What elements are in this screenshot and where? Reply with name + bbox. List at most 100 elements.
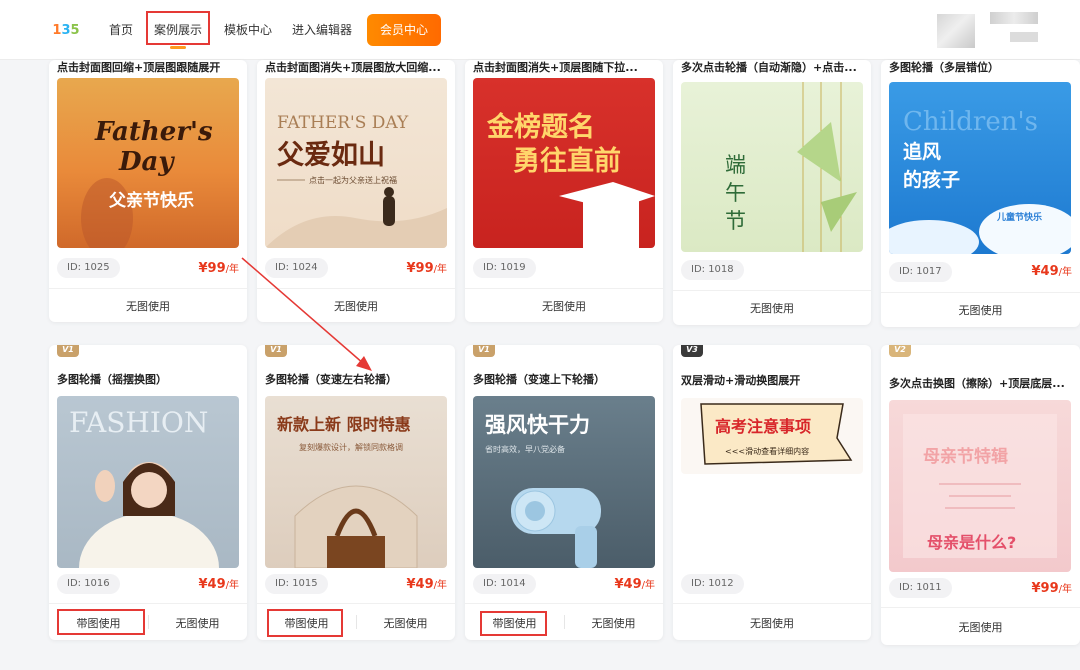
- version-badge: V3: [681, 345, 703, 357]
- divider: [49, 288, 247, 289]
- use-without-image-button[interactable]: 无图使用: [564, 615, 663, 631]
- card-title: 多图轮播（变速左右轮播）: [265, 373, 397, 386]
- thumb-line-2: Day: [118, 147, 175, 177]
- nav-active-indicator: [170, 46, 186, 49]
- id-pill: ID: 1015: [265, 574, 328, 594]
- nav-templates[interactable]: 模板中心: [224, 21, 272, 39]
- use-without-image-button[interactable]: 无图使用: [673, 300, 871, 316]
- id-pill: ID: 1017: [889, 262, 952, 282]
- id-pill: ID: 1016: [57, 574, 120, 594]
- card-title: 双层滑动+滑动换图展开: [681, 374, 801, 387]
- thumbnail-art: Father's Day 父亲节快乐: [81, 117, 213, 248]
- card-thumbnail[interactable]: Father's Day 父亲节快乐: [57, 78, 239, 248]
- top-nav-bar: 135 首页 案例展示 模板中心 进入编辑器 会员中心: [0, 0, 1080, 60]
- case-card[interactable]: 多次点击轮播（自动渐隐）+点击... 端 午 节 ID: 1018 无图使用: [673, 60, 871, 325]
- thumb-line-1: 端: [725, 153, 746, 177]
- thumbnail-art: 金榜题名 勇往直前: [486, 111, 655, 248]
- thumbnail-art: FATHER'S DAY 父爱如山 点击一起为父亲送上祝福: [265, 113, 447, 248]
- thumb-line-2: 省时高效，早八党必备: [485, 444, 565, 454]
- card-thumbnail[interactable]: 高考注意事项 <<<滑动查看详细内容: [681, 398, 863, 474]
- divider: [465, 603, 663, 604]
- thumb-line-1: 强风快干力: [485, 413, 590, 437]
- highlight-box: [267, 609, 343, 637]
- case-card[interactable]: V1 多图轮播（变速上下轮播） 强风快干力 省时高效，早八党必备 ID: 101…: [465, 345, 663, 640]
- thumbnail-art: 高考注意事项 <<<滑动查看详细内容: [681, 398, 863, 474]
- version-badge: V2: [889, 345, 911, 357]
- use-without-image-button[interactable]: 无图使用: [148, 615, 247, 631]
- nav-home[interactable]: 首页: [109, 21, 133, 39]
- thumb-line-2: 勇往直前: [513, 145, 621, 177]
- card-title: 多次点击换图（擦除）+顶层底层...: [889, 377, 1065, 390]
- price: ¥99/年: [198, 261, 239, 276]
- version-badge: V1: [265, 345, 287, 357]
- thumbnail-art: FASHION: [69, 406, 219, 568]
- card-thumbnail[interactable]: Children's 追风 的孩子 儿童节快乐: [889, 82, 1071, 254]
- case-card[interactable]: 点击封面图消失+顶层图随下拉... 金榜题名 勇往直前 ID: 1019 无图使…: [465, 60, 663, 322]
- price: ¥49/年: [198, 577, 239, 592]
- case-card[interactable]: V1 多图轮播（变速左右轮播） 新款上新 限时特惠 复刻爆款设计，解锁同款格调 …: [257, 345, 455, 640]
- nav-cases[interactable]: 案例展示: [146, 11, 211, 45]
- use-without-image-button[interactable]: 无图使用: [356, 615, 455, 631]
- thumb-line-3: 父亲节快乐: [108, 190, 194, 211]
- thumb-line-1: FATHER'S DAY: [277, 113, 409, 133]
- use-without-image-button[interactable]: 无图使用: [673, 615, 871, 631]
- divider: [465, 288, 663, 289]
- price: ¥99/年: [1031, 581, 1072, 596]
- id-pill: ID: 1019: [473, 258, 536, 278]
- nav-editor[interactable]: 进入编辑器: [292, 21, 352, 39]
- thumb-line-3: 点击一起为父亲送上祝福: [309, 175, 397, 185]
- case-card[interactable]: 点击封面图回缩+顶层图跟随展开 Father's Day 父亲节快乐 ID: 1…: [49, 60, 247, 322]
- divider: [673, 290, 871, 291]
- use-without-image-button[interactable]: 无图使用: [881, 302, 1080, 318]
- thumb-line-2: 父爱如山: [277, 140, 385, 171]
- use-without-image-button[interactable]: 无图使用: [465, 298, 663, 314]
- id-pill: ID: 1011: [889, 578, 952, 598]
- thumb-line-1: 金榜题名: [486, 111, 595, 143]
- id-pill: ID: 1018: [681, 260, 744, 280]
- card-title: 多次点击轮播（自动渐隐）+点击...: [681, 61, 857, 74]
- thumbnail-art: 强风快干力 省时高效，早八党必备: [485, 413, 601, 568]
- thumbnail-art: Children's 追风 的孩子 儿童节快乐: [889, 107, 1071, 254]
- user-meta-blurred: [1010, 32, 1038, 42]
- thumbnail-art: 端 午 节: [725, 82, 857, 252]
- card-title: 点击封面图消失+顶层图随下拉...: [473, 61, 638, 74]
- username-blurred: [990, 12, 1038, 24]
- card-thumbnail[interactable]: FATHER'S DAY 父爱如山 点击一起为父亲送上祝福: [265, 78, 447, 248]
- avatar[interactable]: [937, 14, 975, 48]
- highlight-box: [57, 609, 145, 635]
- thumb-line-1: Father's: [94, 117, 213, 147]
- card-thumbnail[interactable]: FASHION: [57, 396, 239, 568]
- use-without-image-button[interactable]: 无图使用: [881, 619, 1080, 635]
- case-card[interactable]: V3 双层滑动+滑动换图展开 高考注意事项 <<<滑动查看详细内容 ID: 10…: [673, 345, 871, 640]
- thumbnail-art: 母亲节特辑 母亲是什么?: [903, 414, 1057, 558]
- thumb-line-1: Children's: [903, 107, 1038, 137]
- use-without-image-button[interactable]: 无图使用: [257, 298, 455, 314]
- card-thumbnail[interactable]: 端 午 节: [681, 82, 863, 252]
- card-title: 点击封面图回缩+顶层图跟随展开: [57, 61, 221, 74]
- price: ¥99/年: [406, 261, 447, 276]
- thumb-line-2: 复刻爆款设计，解锁同款格调: [299, 442, 403, 452]
- thumb-line-3: 的孩子: [903, 168, 960, 191]
- card-thumbnail[interactable]: 强风快干力 省时高效，早八党必备: [473, 396, 655, 568]
- id-pill: ID: 1025: [57, 258, 120, 278]
- price: ¥49/年: [406, 577, 447, 592]
- card-thumbnail[interactable]: 新款上新 限时特惠 复刻爆款设计，解锁同款格调: [265, 396, 447, 568]
- case-card[interactable]: 多图轮播（多层错位） Children's 追风 的孩子 儿童节快乐 ID: 1…: [881, 60, 1080, 327]
- thumb-line-1: FASHION: [69, 406, 208, 439]
- card-thumbnail[interactable]: 母亲节特辑 母亲是什么?: [889, 400, 1071, 572]
- card-title: 多图轮播（变速上下轮播）: [473, 373, 605, 386]
- thumb-line-1: 母亲节特辑: [923, 446, 1008, 467]
- logo[interactable]: 135: [50, 16, 82, 44]
- case-card[interactable]: 点击封面图消失+顶层图放大回缩... FATHER'S DAY 父爱如山 点击一…: [257, 60, 455, 322]
- case-card[interactable]: V2 多次点击换图（擦除）+顶层底层... 母亲节特辑 母亲是什么? ID: 1…: [881, 345, 1080, 645]
- card-title: 多图轮播（摇摆换图）: [57, 373, 167, 386]
- id-pill: ID: 1012: [681, 574, 744, 594]
- thumb-line-1: 新款上新 限时特惠: [277, 415, 411, 434]
- vip-center-button[interactable]: 会员中心: [367, 14, 441, 46]
- use-without-image-button[interactable]: 无图使用: [49, 298, 247, 314]
- case-card[interactable]: V1 多图轮播（摇摆换图） FASHION ID: 1016 ¥49/年 带图使…: [49, 345, 247, 640]
- thumb-line-2: 追风: [903, 140, 941, 163]
- id-pill: ID: 1014: [473, 574, 536, 594]
- card-title: 多图轮播（多层错位）: [889, 61, 999, 74]
- card-thumbnail[interactable]: 金榜题名 勇往直前: [473, 78, 655, 248]
